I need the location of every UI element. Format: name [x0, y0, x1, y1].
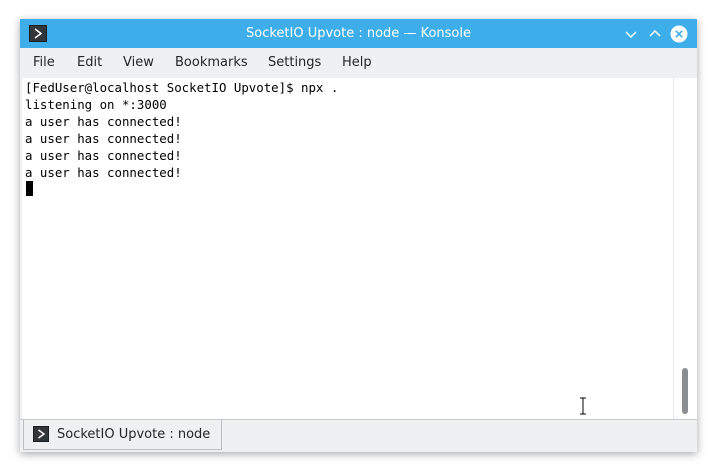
maximize-icon [649, 29, 661, 37]
ibeam-cursor-icon [580, 397, 586, 415]
menu-settings[interactable]: Settings [268, 48, 321, 77]
menu-edit[interactable]: Edit [77, 48, 102, 77]
terminal-icon [33, 426, 49, 442]
terminal-line: a user has connected! [25, 131, 182, 146]
window-title: SocketIO Upvote : node — Konsole [246, 26, 471, 41]
tab-session[interactable]: SocketIO Upvote : node [23, 420, 222, 450]
close-button[interactable] [670, 25, 688, 43]
terminal-line: listening on *:3000 [25, 97, 167, 112]
tab-label: SocketIO Upvote : node [57, 427, 211, 442]
tab-bar: SocketIO Upvote : node [20, 419, 697, 452]
scrollbar-thumb[interactable] [682, 368, 688, 414]
terminal-line: a user has connected! [25, 148, 182, 163]
menu-help[interactable]: Help [342, 48, 372, 77]
menu-bar: File Edit View Bookmarks Settings Help [20, 48, 697, 77]
minimize-button[interactable] [622, 25, 640, 43]
menu-view[interactable]: View [123, 48, 154, 77]
minimize-icon [625, 31, 637, 39]
vertical-scrollbar[interactable] [673, 78, 697, 419]
terminal-line: [FedUser@localhost SocketIO Upvote]$ npx… [25, 80, 339, 95]
close-icon [670, 25, 688, 43]
menu-bookmarks[interactable]: Bookmarks [175, 48, 248, 77]
text-cursor [26, 181, 33, 196]
terminal-line: a user has connected! [25, 114, 182, 129]
title-bar[interactable]: SocketIO Upvote : node — Konsole [20, 19, 697, 48]
terminal-line: a user has connected! [25, 165, 182, 180]
konsole-window: SocketIO Upvote : node — Konsole File Ed… [20, 19, 697, 452]
maximize-button[interactable] [646, 25, 664, 43]
menu-file[interactable]: File [33, 48, 55, 77]
terminal-output[interactable]: [FedUser@localhost SocketIO Upvote]$ npx… [22, 78, 673, 419]
